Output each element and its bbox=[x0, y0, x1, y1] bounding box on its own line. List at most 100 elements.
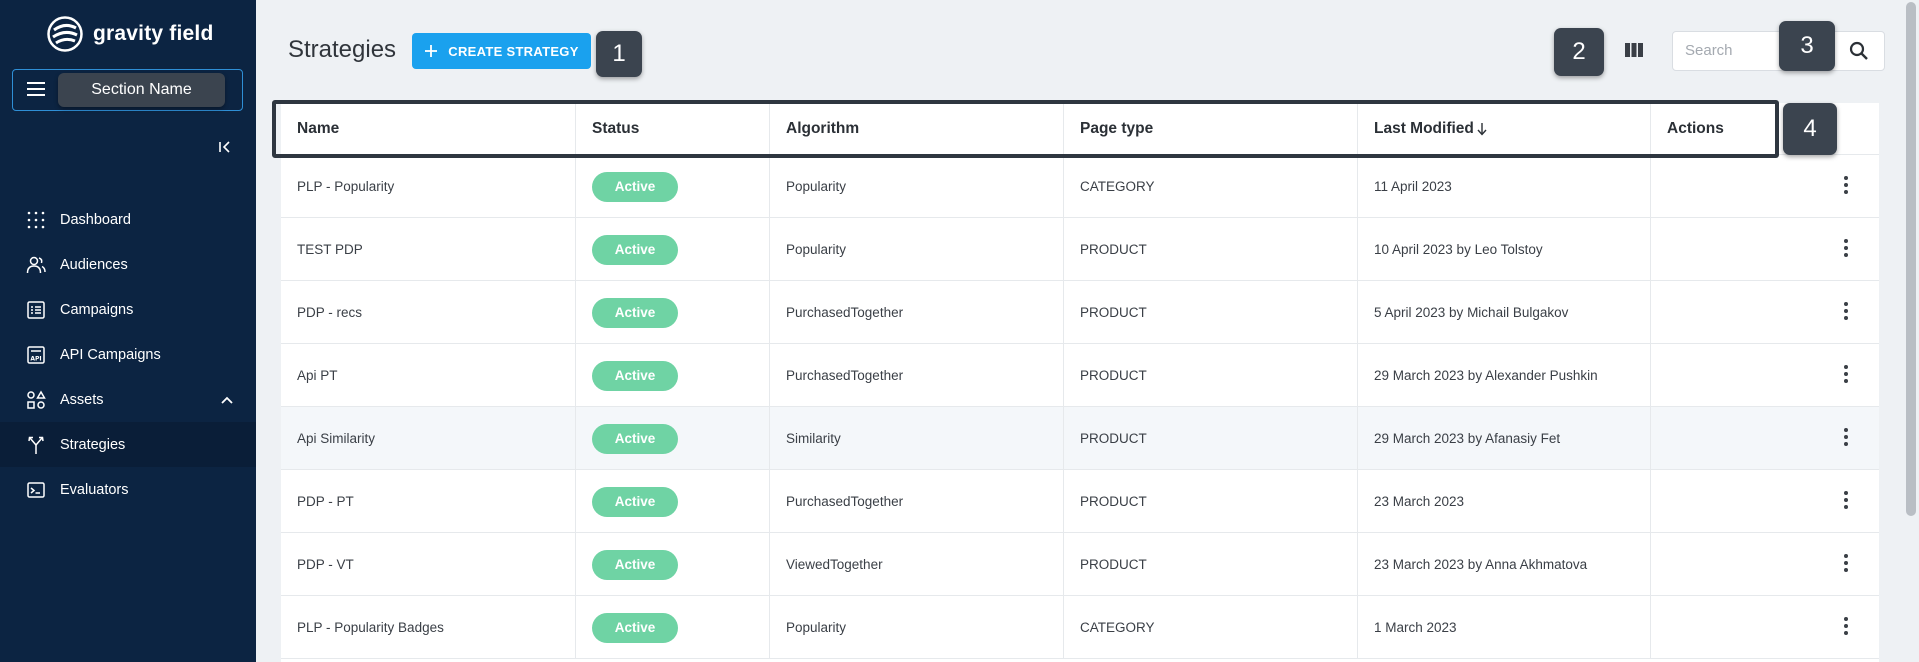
cell-algorithm: Popularity bbox=[769, 218, 1063, 281]
cell-last-modified: 29 March 2023 by Afanasiy Fet bbox=[1357, 407, 1650, 470]
search-input[interactable] bbox=[1685, 42, 1785, 59]
more-vert-icon[interactable] bbox=[1843, 302, 1849, 322]
dots-grid-icon bbox=[27, 211, 45, 228]
svg-text:API: API bbox=[30, 355, 41, 362]
sidebar: gravity field Section Name Dashboard Aud… bbox=[0, 0, 256, 662]
collapse-sidebar-icon[interactable] bbox=[218, 140, 232, 154]
brand-name: gravity field bbox=[93, 22, 214, 45]
cell-status: Active bbox=[575, 344, 769, 407]
status-badge: Active bbox=[592, 297, 678, 328]
sidebar-item-strategies[interactable]: Strategies bbox=[0, 422, 256, 467]
cell-status: Active bbox=[575, 533, 769, 596]
chevron-up-icon[interactable] bbox=[220, 393, 234, 407]
terminal-icon bbox=[27, 481, 45, 498]
table-row[interactable]: PDP - VT Active ViewedTogether PRODUCT 2… bbox=[281, 533, 1879, 596]
annotation-badge-4: 4 bbox=[1783, 103, 1837, 155]
sidebar-item-audiences[interactable]: Audiences bbox=[0, 242, 256, 287]
cell-page-type: PRODUCT bbox=[1063, 407, 1357, 470]
status-badge: Active bbox=[592, 171, 678, 202]
status-badge: Active bbox=[592, 234, 678, 265]
sidebar-item-label: Strategies bbox=[60, 436, 126, 453]
sidebar-item-label: Evaluators bbox=[60, 481, 129, 498]
cell-status: Active bbox=[575, 155, 769, 218]
more-vert-icon[interactable] bbox=[1843, 239, 1849, 259]
status-badge: Active bbox=[592, 486, 678, 517]
more-vert-icon[interactable] bbox=[1843, 428, 1849, 448]
api-icon: API bbox=[27, 345, 45, 364]
sidebar-item-assets[interactable]: Assets bbox=[0, 377, 256, 422]
cell-name: PDP - VT bbox=[297, 557, 354, 572]
sidebar-item-api-campaigns[interactable]: API API Campaigns bbox=[0, 332, 256, 377]
section-selector[interactable]: Section Name bbox=[12, 69, 243, 111]
more-vert-icon[interactable] bbox=[1843, 365, 1849, 385]
cell-last-modified: 10 April 2023 by Leo Tolstoy bbox=[1357, 218, 1650, 281]
sidebar-item-evaluators[interactable]: Evaluators bbox=[0, 467, 256, 512]
table-row[interactable]: PLP - Popularity Badges Active Popularit… bbox=[281, 596, 1879, 659]
cell-algorithm: Similarity bbox=[769, 407, 1063, 470]
brand-logo[interactable]: gravity field bbox=[47, 14, 213, 54]
cell-name: TEST PDP bbox=[297, 242, 363, 257]
more-vert-icon[interactable] bbox=[1843, 617, 1849, 637]
sidebar-item-label: API Campaigns bbox=[60, 346, 161, 363]
cell-algorithm: ViewedTogether bbox=[769, 533, 1063, 596]
create-strategy-button[interactable]: CREATE STRATEGY bbox=[412, 33, 591, 69]
page-title: Strategies bbox=[288, 36, 397, 63]
scrollbar-thumb[interactable] bbox=[1906, 2, 1916, 516]
columns-icon[interactable] bbox=[1624, 40, 1644, 60]
cell-name: PLP - Popularity Badges bbox=[297, 620, 444, 635]
cell-page-type: CATEGORY bbox=[1063, 596, 1357, 659]
table-row[interactable]: TEST PDP Active Popularity PRODUCT 10 Ap… bbox=[281, 218, 1879, 281]
sidebar-item-label: Dashboard bbox=[60, 211, 131, 228]
strategies-table: Name Status Algorithm Page type Last Mod… bbox=[281, 103, 1879, 662]
list-icon bbox=[27, 300, 45, 319]
table-row[interactable]: PDP - recs Active PurchasedTogether PROD… bbox=[281, 281, 1879, 344]
table-row[interactable]: Api PT Active PurchasedTogether PRODUCT … bbox=[281, 344, 1879, 407]
search-icon[interactable] bbox=[1848, 40, 1870, 62]
cell-status: Active bbox=[575, 281, 769, 344]
status-badge: Active bbox=[592, 360, 678, 391]
cell-algorithm: PurchasedTogether bbox=[769, 470, 1063, 533]
status-badge: Active bbox=[592, 549, 678, 580]
sidebar-item-campaigns[interactable]: Campaigns bbox=[0, 287, 256, 332]
cell-name: PDP - PT bbox=[297, 494, 354, 509]
cell-status: Active bbox=[575, 596, 769, 659]
cell-algorithm: Popularity bbox=[769, 596, 1063, 659]
annotation-badge-2: 2 bbox=[1554, 28, 1604, 76]
sidebar-nav: Dashboard Audiences Campaigns API API Ca… bbox=[0, 197, 256, 512]
annotation-frame-table-header bbox=[272, 100, 1779, 158]
users-icon bbox=[26, 256, 46, 273]
cell-name: Api PT bbox=[297, 368, 338, 383]
annotation-badge-1: 1 bbox=[596, 31, 642, 77]
cell-last-modified: 11 April 2023 bbox=[1357, 155, 1650, 218]
status-badge: Active bbox=[592, 423, 678, 454]
gravity-logo-icon bbox=[47, 16, 83, 52]
cell-status: Active bbox=[575, 407, 769, 470]
cell-last-modified: 5 April 2023 by Michail Bulgakov bbox=[1357, 281, 1650, 344]
cell-page-type: CATEGORY bbox=[1063, 155, 1357, 218]
cell-status: Active bbox=[575, 218, 769, 281]
more-vert-icon[interactable] bbox=[1843, 176, 1849, 196]
cell-name: PLP - Popularity bbox=[297, 179, 395, 194]
sidebar-item-dashboard[interactable]: Dashboard bbox=[0, 197, 256, 242]
table-row[interactable]: PLP - Popularity Active Popularity CATEG… bbox=[281, 155, 1879, 218]
fork-icon bbox=[28, 436, 44, 454]
more-vert-icon[interactable] bbox=[1843, 554, 1849, 574]
cell-page-type: PRODUCT bbox=[1063, 218, 1357, 281]
cell-page-type: PRODUCT bbox=[1063, 533, 1357, 596]
cell-last-modified: 29 March 2023 by Alexander Pushkin bbox=[1357, 344, 1650, 407]
plus-icon bbox=[425, 45, 438, 57]
table-row[interactable]: Api Similarity Active Similarity PRODUCT… bbox=[281, 407, 1879, 470]
cell-algorithm: Popularity bbox=[769, 155, 1063, 218]
sidebar-item-label: Audiences bbox=[60, 256, 128, 273]
cell-page-type: PRODUCT bbox=[1063, 344, 1357, 407]
cell-status: Active bbox=[575, 470, 769, 533]
menu-icon[interactable] bbox=[27, 82, 45, 98]
cell-last-modified: 23 March 2023 by Anna Akhmatova bbox=[1357, 533, 1650, 596]
cell-page-type: PRODUCT bbox=[1063, 281, 1357, 344]
cell-algorithm: PurchasedTogether bbox=[769, 344, 1063, 407]
shapes-icon bbox=[27, 390, 46, 409]
cell-name: PDP - recs bbox=[297, 305, 363, 320]
table-row[interactable]: PDP - PT Active PurchasedTogether PRODUC… bbox=[281, 470, 1879, 533]
cell-name: Api Similarity bbox=[297, 431, 376, 446]
more-vert-icon[interactable] bbox=[1843, 491, 1849, 511]
